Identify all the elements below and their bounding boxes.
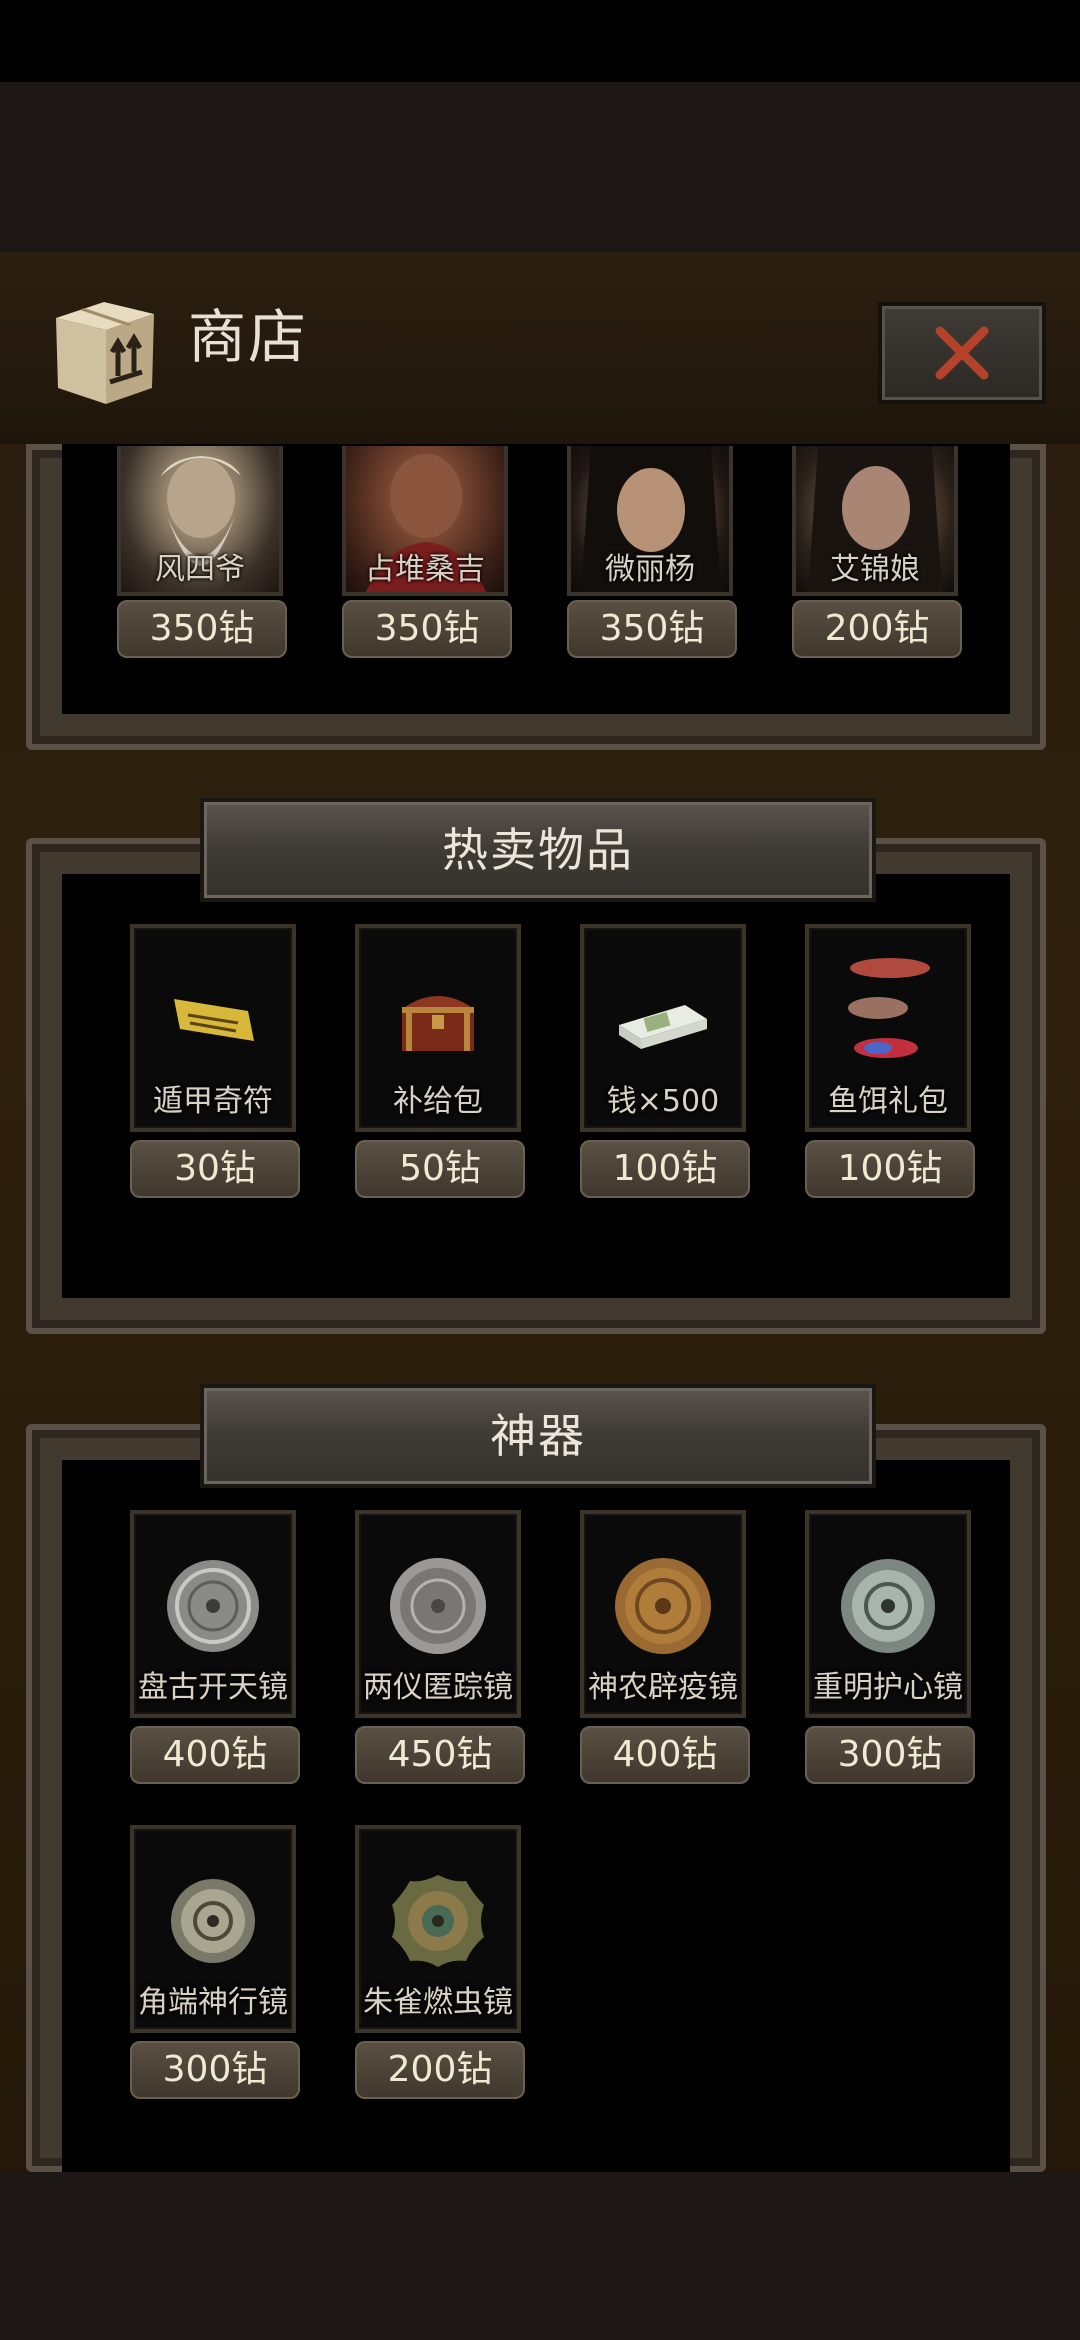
price-button[interactable]: 350钻	[567, 600, 737, 658]
item-card[interactable]: 遁甲奇符	[130, 924, 296, 1132]
status-bar	[0, 0, 1080, 82]
item-name: 重明护心镜	[813, 1670, 963, 1705]
price-button[interactable]: 100钻	[580, 1140, 750, 1198]
character-portrait[interactable]: 微丽杨	[567, 446, 733, 596]
item-name: 补给包	[393, 1084, 483, 1119]
item-name: 两仪匿踪镜	[363, 1670, 513, 1705]
item-name: 角端神行镜	[138, 1985, 288, 2020]
item-name: 钱×500	[606, 1084, 720, 1119]
price-button[interactable]: 100钻	[805, 1140, 975, 1198]
item-card[interactable]: 神农辟疫镜	[580, 1510, 746, 1718]
close-x-icon	[935, 326, 989, 380]
character-name: 风四爷	[155, 552, 245, 587]
item-card[interactable]: 朱雀燃虫镜	[355, 1825, 521, 2033]
price-button[interactable]: 300钻	[805, 1726, 975, 1784]
character-portrait[interactable]: 艾锦娘	[792, 446, 958, 596]
character-name: 艾锦娘	[830, 552, 920, 587]
item-name: 鱼饵礼包	[828, 1084, 948, 1119]
item-name: 朱雀燃虫镜	[363, 1985, 513, 2020]
bronze-mirror-icon	[171, 1879, 255, 1963]
price-button[interactable]: 200钻	[792, 600, 962, 658]
bottom-spacer	[0, 2172, 1080, 2340]
price-button[interactable]: 50钻	[355, 1140, 525, 1198]
price-button[interactable]: 350钻	[342, 600, 512, 658]
price-button[interactable]: 450钻	[355, 1726, 525, 1784]
character-portrait[interactable]: 占堆桑吉	[342, 446, 508, 596]
artifacts-banner: 神器	[200, 1384, 876, 1488]
bronze-mirror-icon	[841, 1559, 935, 1653]
bronze-mirror-icon	[167, 1560, 259, 1652]
price-button[interactable]: 400钻	[580, 1726, 750, 1784]
top-spacer	[0, 82, 1080, 252]
money-stack-icon	[619, 1005, 707, 1049]
item-card[interactable]: 重明护心镜	[805, 1510, 971, 1718]
item-card[interactable]: 补给包	[355, 924, 521, 1132]
chest-icon	[402, 996, 474, 1051]
character-name: 微丽杨	[605, 552, 695, 587]
fishing-lure-icon	[848, 958, 930, 1058]
price-button[interactable]: 300钻	[130, 2041, 300, 2099]
price-button[interactable]: 350钻	[117, 600, 287, 658]
bronze-mirror-icon	[615, 1558, 711, 1654]
item-name: 盘古开天镜	[138, 1670, 288, 1705]
bronze-mirror-icon	[392, 1875, 484, 1967]
item-card[interactable]: 两仪匿踪镜	[355, 1510, 521, 1718]
item-card[interactable]: 鱼饵礼包	[805, 924, 971, 1132]
item-name: 遁甲奇符	[153, 1084, 273, 1119]
price-button[interactable]: 30钻	[130, 1140, 300, 1198]
close-button[interactable]	[878, 302, 1046, 404]
character-name: 占堆桑吉	[365, 552, 485, 587]
hot-items-banner: 热卖物品	[200, 798, 876, 902]
shop-title: 商店	[188, 303, 309, 371]
bronze-mirror-icon	[390, 1558, 486, 1654]
talisman-icon	[174, 999, 254, 1041]
character-portrait[interactable]: 风四爷	[117, 446, 283, 596]
cardboard-box-icon	[46, 296, 162, 408]
price-button[interactable]: 400钻	[130, 1726, 300, 1784]
item-card[interactable]: 盘古开天镜	[130, 1510, 296, 1718]
item-name: 神农辟疫镜	[588, 1670, 738, 1705]
item-card[interactable]: 钱×500	[580, 924, 746, 1132]
price-button[interactable]: 200钻	[355, 2041, 525, 2099]
item-card[interactable]: 角端神行镜	[130, 1825, 296, 2033]
